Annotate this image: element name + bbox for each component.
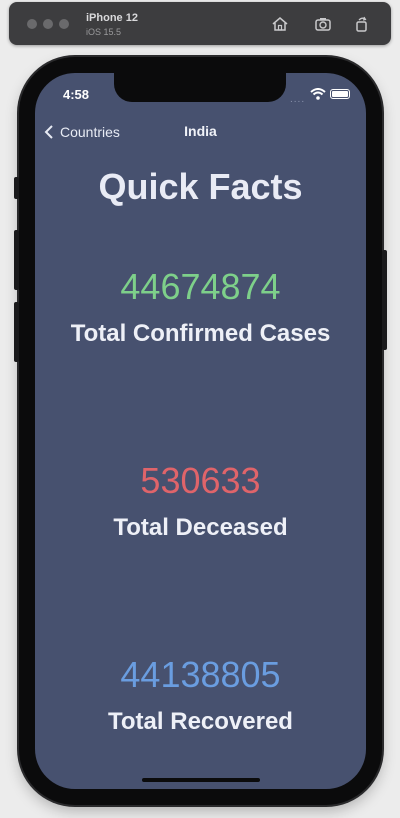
simulator-os-version: iOS 15.5 <box>86 27 122 37</box>
window-close-dot[interactable] <box>27 19 37 29</box>
app-screen: 4:58 .... Countries India Quick Facts 44… <box>35 73 366 789</box>
notch <box>114 73 286 102</box>
volume-down-button <box>14 302 19 362</box>
nav-title: India <box>184 123 217 139</box>
recovered-label: Total Recovered <box>108 708 293 735</box>
home-icon[interactable] <box>271 15 289 33</box>
window-zoom-dot[interactable] <box>59 19 69 29</box>
status-time: 4:58 <box>63 87 90 102</box>
wifi-icon <box>310 88 326 100</box>
simulator-toolbar: iPhone 12 iOS 15.5 <box>9 2 391 45</box>
battery-icon <box>330 89 350 99</box>
mute-switch <box>14 177 19 199</box>
home-indicator <box>142 778 260 782</box>
simulator-device-name: iPhone 12 <box>86 12 138 24</box>
rotate-icon[interactable] <box>353 15 371 33</box>
page-heading: Quick Facts <box>98 166 303 207</box>
window-minimize-dot[interactable] <box>43 19 53 29</box>
deceased-label: Total Deceased <box>113 514 288 541</box>
screenshot-icon[interactable] <box>314 15 332 33</box>
volume-up-button <box>14 230 19 290</box>
deceased-value: 530633 <box>140 460 261 501</box>
confirmed-cases-value: 44674874 <box>120 266 281 307</box>
confirmed-cases-label: Total Confirmed Cases <box>70 320 331 347</box>
status-icons: .... <box>290 87 350 105</box>
signal-icon: .... <box>290 94 306 105</box>
recovered-value: 44138805 <box>120 654 281 695</box>
power-button <box>382 250 387 350</box>
